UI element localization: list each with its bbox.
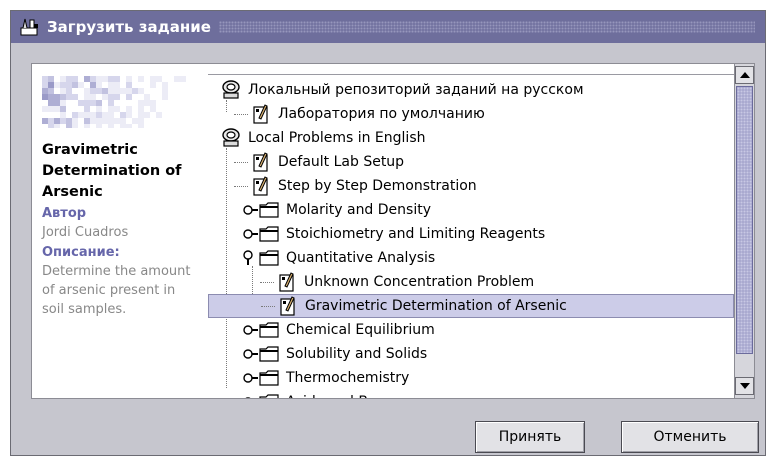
tree-scrollbar[interactable]: [734, 64, 754, 398]
accept-button[interactable]: Принять: [475, 421, 585, 453]
folder-icon: [259, 226, 279, 242]
description-label: Описание:: [42, 245, 120, 260]
title-bar[interactable]: Загрузить задание: [11, 11, 765, 43]
folder-icon: [259, 370, 279, 386]
info-panel: Gravimetric Determination of Arsenic Авт…: [32, 64, 208, 398]
lab-document-icon: [253, 152, 268, 172]
tree-item-label: Stoichiometry and Limiting Reagents: [286, 226, 546, 242]
tree-item[interactable]: Лаборатория по умолчанию: [208, 102, 734, 126]
tree-item[interactable]: Chemical Equilibrium: [208, 318, 734, 342]
folder-icon: [259, 250, 279, 266]
folder-icon: [259, 346, 279, 362]
lab-preview-image: [42, 76, 186, 130]
author-label: Автор: [42, 206, 87, 221]
lab-document-icon: [253, 104, 268, 124]
tree-item[interactable]: Thermochemistry: [208, 366, 734, 390]
dialog-title: Загрузить задание: [47, 18, 211, 36]
database-icon: [222, 80, 240, 99]
tree-item-label: Acids and Bases: [286, 394, 400, 398]
tree-toggle-icon[interactable]: [242, 225, 258, 243]
arrow-up-icon: [739, 72, 750, 78]
tree-item[interactable]: Default Lab Setup: [208, 150, 734, 174]
tree-item[interactable]: Stoichiometry and Limiting Reagents: [208, 222, 734, 246]
tree-toggle-icon[interactable]: [242, 249, 258, 267]
tree-item[interactable]: Step by Step Demonstration: [208, 174, 734, 198]
database-icon: [222, 128, 240, 147]
lab-document-icon: [279, 272, 294, 292]
content-panel: Gravimetric Determination of Arsenic Авт…: [31, 63, 755, 399]
title-grip: [218, 21, 755, 33]
tree-item-label: Solubility and Solids: [286, 346, 428, 362]
tree-item[interactable]: Локальный репозиторий заданий на русском: [208, 78, 734, 102]
tree-toggle-icon[interactable]: [242, 369, 258, 387]
assignment-tree[interactable]: Локальный репозиторий заданий на русском…: [208, 64, 734, 398]
tree-toggle-icon[interactable]: [242, 393, 258, 398]
cancel-button[interactable]: Отменить: [621, 421, 759, 453]
tree-toggle-icon[interactable]: [242, 201, 258, 219]
tree-divider: [208, 74, 734, 75]
tree-item[interactable]: Local Problems in English: [208, 126, 734, 150]
tree-item-label: Step by Step Demonstration: [278, 178, 477, 194]
tree-item-label: Локальный репозиторий заданий на русском: [248, 82, 584, 98]
tree-item[interactable]: Gravimetric Determination of Arsenic: [208, 294, 734, 318]
description-value: Determine the amount of arsenic present …: [42, 264, 191, 317]
load-assignment-dialog: Загрузить задание Gravimetric Determinat…: [10, 10, 766, 456]
scroll-down-button[interactable]: [735, 377, 754, 395]
folder-icon: [259, 394, 279, 398]
tree-item-label: Molarity and Density: [286, 202, 431, 218]
info-title: Gravimetric Determination of Arsenic: [42, 142, 182, 200]
tree-item[interactable]: Molarity and Density: [208, 198, 734, 222]
author-value: Jordi Cuadros: [42, 225, 129, 240]
tree-item[interactable]: Acids and Bases: [208, 390, 734, 398]
arrow-down-icon: [739, 383, 750, 389]
tree-item-label: Default Lab Setup: [278, 154, 405, 170]
tree-item-label: Thermochemistry: [286, 370, 410, 386]
tree-item-label: Local Problems in English: [248, 130, 426, 146]
tree-item-label: Quantitative Analysis: [286, 250, 436, 266]
tree-toggle-icon[interactable]: [242, 345, 258, 363]
scroll-thumb[interactable]: [736, 86, 753, 354]
tree-item-label: Gravimetric Determination of Arsenic: [305, 298, 567, 314]
folder-icon: [259, 202, 279, 218]
lab-document-icon: [253, 176, 268, 196]
tree-toggle-icon[interactable]: [242, 321, 258, 339]
tree-item[interactable]: Solubility and Solids: [208, 342, 734, 366]
lab-document-icon: [280, 296, 295, 316]
tree-item-label: Unknown Concentration Problem: [304, 274, 535, 290]
tree-item-label: Лаборатория по умолчанию: [278, 106, 485, 122]
tree-item[interactable]: Quantitative Analysis: [208, 246, 734, 270]
tree-item-label: Chemical Equilibrium: [286, 322, 435, 338]
folder-icon: [259, 322, 279, 338]
scroll-up-button[interactable]: [735, 66, 754, 84]
lab-tools-icon: [19, 16, 41, 38]
tree-item[interactable]: Unknown Concentration Problem: [208, 270, 734, 294]
